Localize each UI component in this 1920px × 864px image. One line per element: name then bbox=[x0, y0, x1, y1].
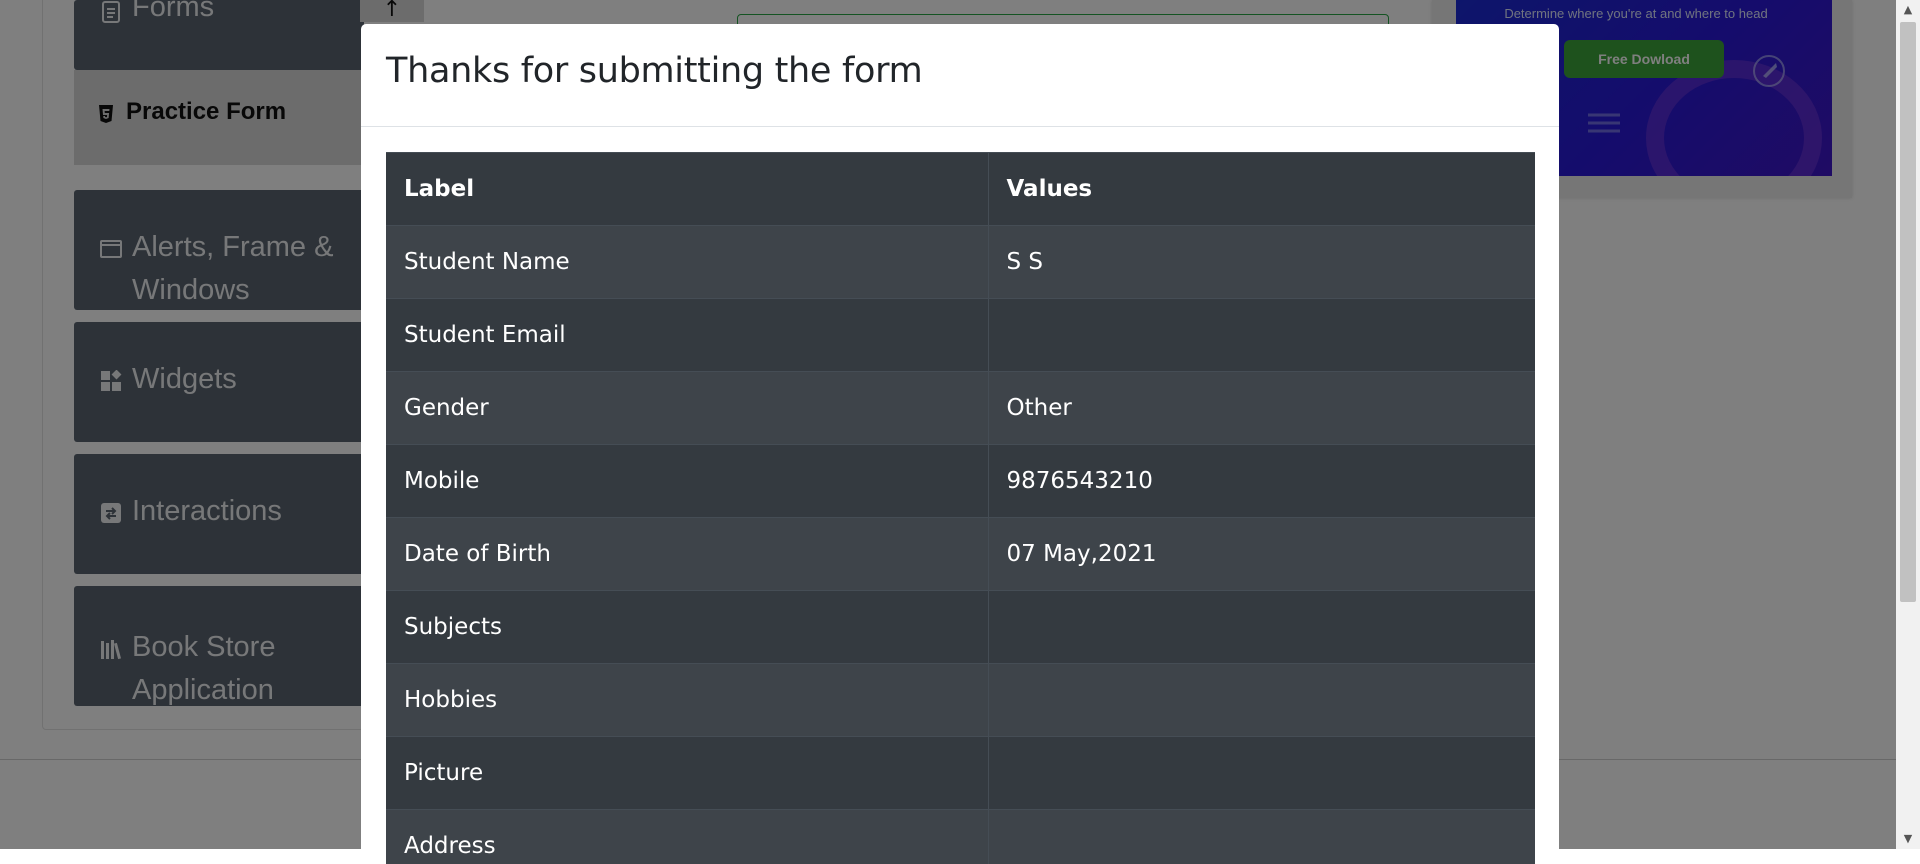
row-label: Subjects bbox=[386, 591, 988, 664]
table-row: Student Email bbox=[386, 299, 1535, 372]
table-row: Student Name S S bbox=[386, 226, 1535, 299]
row-label: Picture bbox=[386, 737, 988, 810]
page-scrollbar[interactable]: ▲ ▼ bbox=[1896, 0, 1920, 849]
row-label: Student Name bbox=[386, 226, 988, 299]
column-header-values: Values bbox=[988, 153, 1535, 226]
column-header-label: Label bbox=[386, 153, 988, 226]
row-label: Hobbies bbox=[386, 664, 988, 737]
row-label: Gender bbox=[386, 372, 988, 445]
row-label: Address bbox=[386, 810, 988, 864]
row-value bbox=[988, 591, 1535, 664]
table-row: Address bbox=[386, 810, 1535, 864]
table-row: Picture bbox=[386, 737, 1535, 810]
scroll-down-icon[interactable]: ▼ bbox=[1896, 829, 1920, 849]
submission-modal: Thanks for submitting the form Label Val… bbox=[361, 24, 1559, 864]
modal-title: Thanks for submitting the form bbox=[386, 51, 922, 91]
row-value: 9876543210 bbox=[988, 445, 1535, 518]
row-value bbox=[988, 299, 1535, 372]
row-value bbox=[988, 810, 1535, 864]
scroll-up-icon[interactable]: ▲ bbox=[1896, 0, 1920, 20]
row-label: Mobile bbox=[386, 445, 988, 518]
table-row: Gender Other bbox=[386, 372, 1535, 445]
submission-table: Label Values Student Name S S Student Em… bbox=[386, 152, 1535, 864]
table-row: Hobbies bbox=[386, 664, 1535, 737]
row-value: S S bbox=[988, 226, 1535, 299]
row-value: 07 May,2021 bbox=[988, 518, 1535, 591]
row-label: Student Email bbox=[386, 299, 988, 372]
table-header-row: Label Values bbox=[386, 153, 1535, 226]
scrollbar-thumb[interactable] bbox=[1900, 22, 1916, 602]
table-row: Subjects bbox=[386, 591, 1535, 664]
row-value bbox=[988, 737, 1535, 810]
modal-header: Thanks for submitting the form bbox=[361, 24, 1559, 127]
row-value bbox=[988, 664, 1535, 737]
table-row: Mobile 9876543210 bbox=[386, 445, 1535, 518]
table-row: Date of Birth 07 May,2021 bbox=[386, 518, 1535, 591]
row-value: Other bbox=[988, 372, 1535, 445]
row-label: Date of Birth bbox=[386, 518, 988, 591]
